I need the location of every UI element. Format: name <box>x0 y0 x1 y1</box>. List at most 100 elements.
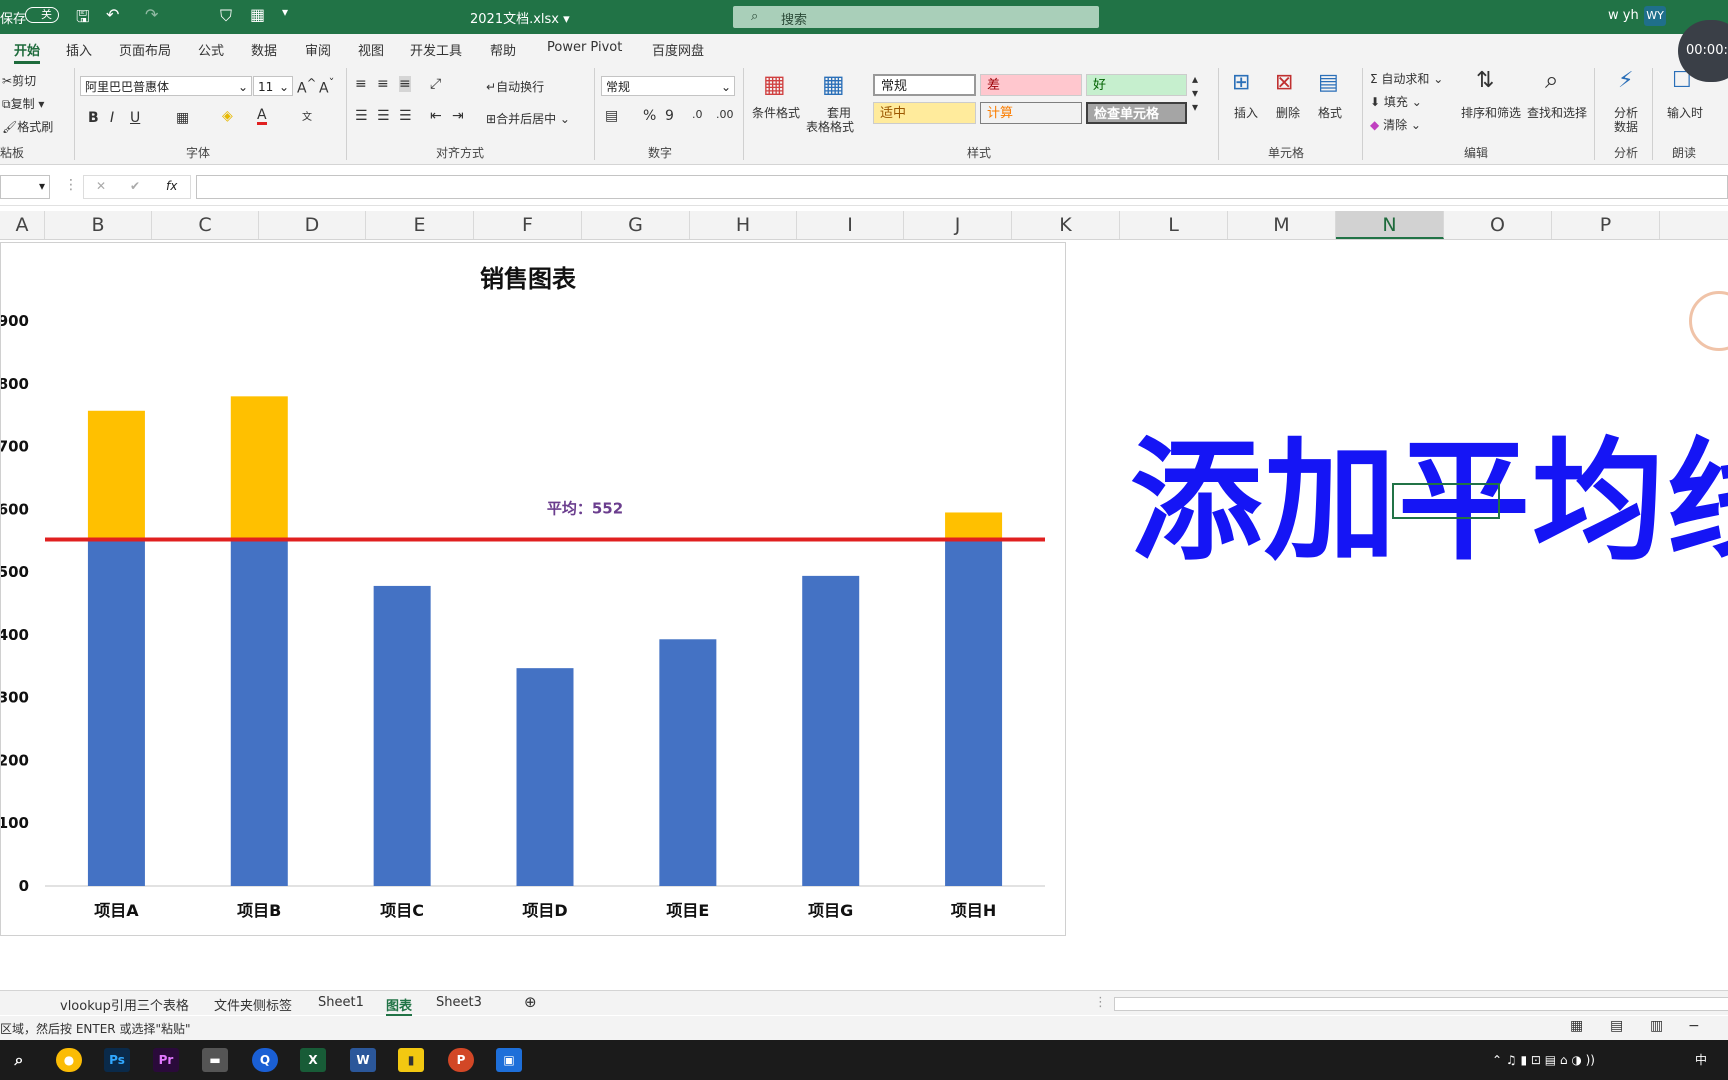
autosum-button[interactable]: Σ 自动求和 ⌄ <box>1370 70 1443 87</box>
style-good[interactable]: 好 <box>1086 74 1187 96</box>
wrap-text-button[interactable]: ↵自动换行 <box>486 78 544 95</box>
normal-view-icon[interactable]: ▦ <box>1570 1018 1583 1034</box>
screen-recorder-icon[interactable]: ▣ <box>496 1048 522 1072</box>
tab-baidu-pan[interactable]: 百度网盘 <box>652 40 704 59</box>
align-center-icon[interactable]: ☰ <box>377 108 390 124</box>
tab-help[interactable]: 帮助 <box>490 40 516 59</box>
align-left-icon[interactable]: ☰ <box>355 108 368 124</box>
word-icon[interactable]: W <box>350 1048 376 1072</box>
font-size-select[interactable]: 11 ⌄ <box>253 76 293 96</box>
increase-decimal-icon[interactable]: .0 <box>692 108 703 121</box>
format-cells-button[interactable]: 格式 <box>1318 104 1342 121</box>
clear-button[interactable]: ◆ 清除 ⌄ <box>1370 116 1421 133</box>
column-header-k[interactable]: K <box>1012 211 1120 239</box>
split-handle[interactable]: ⋮ <box>1094 995 1107 1010</box>
font-color-icon[interactable]: A <box>257 108 267 125</box>
redo-icon[interactable]: ↷ <box>145 5 158 24</box>
insert-cells-button[interactable]: 插入 <box>1234 104 1258 121</box>
format-painter-button[interactable]: 🖌格式刷 <box>2 118 53 135</box>
grow-font-icon[interactable]: A^ <box>297 76 316 97</box>
form-icon[interactable]: ▦ <box>250 5 265 24</box>
tab-page-layout[interactable]: 页面布局 <box>119 40 171 59</box>
tab-formulas[interactable]: 公式 <box>198 40 224 59</box>
tab-view[interactable]: 视图 <box>358 40 384 59</box>
q-browser-icon[interactable]: Q <box>252 1048 278 1072</box>
fill-button[interactable]: ⬇ 填充 ⌄ <box>1370 93 1422 110</box>
horizontal-scrollbar[interactable] <box>1114 997 1728 1011</box>
chrome-icon[interactable]: ● <box>56 1048 82 1072</box>
bar-base[interactable] <box>373 585 431 886</box>
premiere-icon[interactable]: Pr <box>153 1048 179 1072</box>
bar-above-average[interactable] <box>945 512 1003 540</box>
bar-base[interactable] <box>87 539 145 886</box>
delete-cells-button[interactable]: 删除 <box>1276 104 1300 121</box>
align-middle-icon[interactable]: ≡ <box>377 76 389 92</box>
tab-data[interactable]: 数据 <box>251 40 277 59</box>
border-icon[interactable]: ▦ <box>176 110 189 126</box>
analyze-data-icon[interactable]: ⚡ <box>1618 68 1633 93</box>
table-format-icon[interactable]: ▦ <box>822 70 845 98</box>
cut-button[interactable]: ✂剪切 <box>2 72 36 89</box>
increase-indent-icon[interactable]: ⇥ <box>452 108 464 124</box>
sheet-tab-sheet1[interactable]: Sheet1 <box>318 995 364 1010</box>
sheet-tab-sheet3[interactable]: Sheet3 <box>436 995 482 1010</box>
tray-icons[interactable]: ⌃ ♫ ▮ ⊡ ▤ ⌂ ◑ )) <box>1492 1048 1595 1072</box>
decrease-decimal-icon[interactable]: .00 <box>716 108 734 121</box>
name-box[interactable]: ▾ <box>0 175 50 199</box>
undo-icon[interactable]: ↶ <box>106 5 119 24</box>
page-layout-view-icon[interactable]: ▤ <box>1610 1018 1623 1034</box>
column-header-c[interactable]: C <box>152 211 259 239</box>
tab-insert[interactable]: 插入 <box>66 40 92 59</box>
column-header-e[interactable]: E <box>366 211 474 239</box>
bar-base[interactable] <box>945 539 1003 886</box>
number-format-select[interactable]: 常规 ⌄ <box>601 76 735 96</box>
bar-base[interactable] <box>230 539 288 886</box>
styles-scroll-icon[interactable]: ▴ ▾ ▾ <box>1192 72 1198 114</box>
save-icon[interactable]: 🖫 <box>76 6 90 33</box>
column-header-b[interactable]: B <box>45 211 152 239</box>
style-check-cell[interactable]: 检查单元格 <box>1086 102 1187 124</box>
style-bad[interactable]: 差 <box>980 74 1082 96</box>
enter-icon[interactable]: ✔ <box>130 176 140 196</box>
powerpoint-icon[interactable]: P <box>448 1048 474 1072</box>
insert-cells-icon[interactable]: ⊞ <box>1232 70 1250 95</box>
sort-filter-icon[interactable]: ⇅ <box>1476 68 1494 93</box>
column-header-n[interactable]: N <box>1336 211 1444 239</box>
column-header-f[interactable]: F <box>474 211 582 239</box>
bar-base[interactable] <box>659 639 717 886</box>
italic-icon[interactable]: I <box>110 110 114 126</box>
read-aloud-button[interactable]: 输入时 <box>1667 104 1703 121</box>
column-header-j[interactable]: J <box>904 211 1012 239</box>
column-header-i[interactable]: I <box>797 211 904 239</box>
search-box[interactable]: ⌕ 搜索 <box>733 6 1099 28</box>
copy-button[interactable]: ⧉复制 ▾ <box>2 95 44 112</box>
find-select-button[interactable]: 查找和选择 <box>1527 104 1587 121</box>
cancel-icon[interactable]: ✕ <box>96 176 106 196</box>
currency-icon[interactable]: ▤ <box>605 108 618 124</box>
bar-above-average[interactable] <box>230 396 288 540</box>
search-taskbar-icon[interactable]: ⌕ <box>6 1048 32 1072</box>
decrease-indent-icon[interactable]: ⇤ <box>430 108 442 124</box>
fill-color-icon[interactable]: ◈ <box>222 108 233 124</box>
bar-base[interactable] <box>802 575 860 886</box>
font-name-select[interactable]: 阿里巴巴普惠体 ⌄ <box>80 76 252 96</box>
sort-filter-button[interactable]: 排序和筛选 <box>1461 104 1521 121</box>
tab-review[interactable]: 审阅 <box>305 40 331 59</box>
align-top-icon[interactable]: ≡ <box>355 76 367 92</box>
column-header-h[interactable]: H <box>690 211 797 239</box>
ime-indicator[interactable]: 中 <box>1688 1048 1714 1072</box>
column-header-d[interactable]: D <box>259 211 366 239</box>
column-header-o[interactable]: O <box>1444 211 1552 239</box>
underline-icon[interactable]: U <box>130 110 140 126</box>
column-header-p[interactable]: P <box>1552 211 1660 239</box>
bar-base[interactable] <box>516 668 574 886</box>
phonetic-icon[interactable]: 文 <box>302 108 312 123</box>
formula-input[interactable] <box>196 175 1728 199</box>
column-header-l[interactable]: L <box>1120 211 1228 239</box>
bar-above-average[interactable] <box>87 410 145 540</box>
percent-icon[interactable]: % <box>643 108 656 124</box>
style-calculation[interactable]: 计算 <box>980 102 1082 124</box>
function-icon[interactable]: fx <box>166 176 177 196</box>
window-app-icon[interactable]: ▬ <box>202 1048 228 1072</box>
powerbi-icon[interactable]: ▮ <box>398 1048 424 1072</box>
